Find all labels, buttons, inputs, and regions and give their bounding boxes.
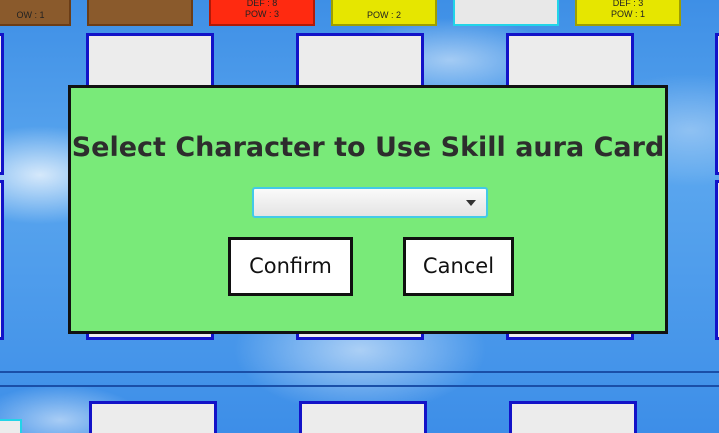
character-dropdown[interactable] [252,187,488,218]
board-slot-corner[interactable] [0,419,22,433]
board-divider-upper [0,371,719,373]
top-card-1-stat: OW : 1 [16,10,45,20]
top-card-3-pow: POW : 3 [244,9,279,19]
board-slot-5[interactable] [299,401,427,433]
board-slot-right-lower[interactable] [715,180,719,340]
top-card-1[interactable]: OW : 1 [0,0,71,26]
top-card-6-pow: POW : 1 [610,9,645,19]
top-card-2[interactable] [87,0,193,26]
board-slot-left-lower[interactable] [0,180,4,340]
board-divider-lower [0,385,719,387]
top-card-6[interactable]: DEF : 3 POW : 1 [575,0,681,26]
board-slot-4[interactable] [89,401,217,433]
top-card-6-def: DEF : 3 [612,0,644,8]
top-card-5[interactable] [453,0,559,26]
board-slot-left-upper[interactable] [0,33,4,175]
top-card-4[interactable]: POW : 2 [331,0,437,26]
dialog-title: Select Character to Use Skill aura Card [71,132,665,163]
cancel-button[interactable]: Cancel [403,237,514,296]
select-character-dialog: Select Character to Use Skill aura Card … [68,85,668,334]
top-card-3[interactable]: DEF : 8 POW : 3 [209,0,315,26]
board-slot-right-upper[interactable] [715,33,719,175]
chevron-down-icon[interactable] [466,200,476,206]
confirm-button[interactable]: Confirm [228,237,353,296]
top-card-4-pow: POW : 2 [366,10,401,20]
top-card-3-def: DEF : 8 [246,0,278,8]
board-slot-6[interactable] [509,401,637,433]
